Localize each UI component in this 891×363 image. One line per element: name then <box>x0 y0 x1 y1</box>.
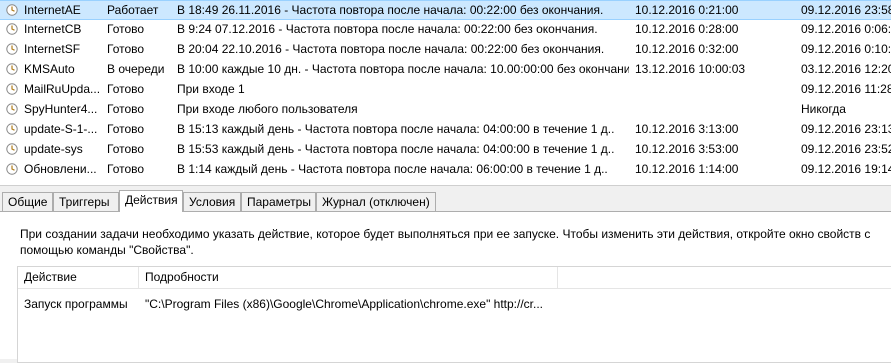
task-name: SpyHunter4... <box>24 102 98 116</box>
task-name: InternetSF <box>24 42 81 56</box>
clock-icon <box>6 63 18 75</box>
tab-general[interactable]: Общие <box>2 192 53 211</box>
task-next-run: 13.12.2016 10:00:03 <box>635 62 746 76</box>
column-header-details[interactable]: Подробности <box>139 267 558 288</box>
task-status: Готово <box>107 102 145 116</box>
task-row[interactable]: update-S-1-... Готово В 15:13 каждый ден… <box>0 120 891 140</box>
task-name: MailRuUpda... <box>24 82 101 96</box>
task-list[interactable]: InternetAE Работает В 18:49 26.11.2016 -… <box>0 0 891 186</box>
task-name: Обновлени... <box>24 162 97 176</box>
task-status: В очереди <box>107 62 165 76</box>
task-trigger: При входе любого пользователя <box>177 102 358 116</box>
task-status: Готово <box>107 142 145 156</box>
task-row[interactable]: Обновлени... Готово В 1:14 каждый день -… <box>0 160 891 180</box>
task-trigger: В 9:24 07.12.2016 - Частота повтора посл… <box>177 22 598 36</box>
task-last-run: Никогда <box>801 102 846 116</box>
actions-panel: При создании задачи необходимо указать д… <box>0 211 891 363</box>
task-name: InternetAE <box>24 3 81 17</box>
task-status: Готово <box>107 82 145 96</box>
clock-icon <box>6 163 18 175</box>
tab-actions[interactable]: Действия <box>119 190 183 212</box>
tab-strip: Общие Триггеры Действия Условия Параметр… <box>0 190 891 212</box>
task-row[interactable]: InternetSF Готово В 20:04 22.10.2016 - Ч… <box>0 40 891 60</box>
task-last-run: 09.12.2016 23:52:5 <box>801 142 891 156</box>
tab-conditions[interactable]: Условия <box>183 192 241 211</box>
actions-description: При создании задачи необходимо указать д… <box>20 227 871 257</box>
task-last-run: 03.12.2016 12:20: <box>801 62 891 76</box>
clock-icon <box>6 123 18 135</box>
task-status: Готово <box>107 162 145 176</box>
task-next-run: 10.12.2016 0:28:00 <box>635 22 739 36</box>
task-last-run: 09.12.2016 0:10:0 <box>801 42 891 56</box>
task-name: update-sys <box>24 142 83 156</box>
task-last-run: 09.12.2016 11:28:1 <box>801 82 891 96</box>
column-header-action[interactable]: Действие <box>18 267 139 288</box>
task-row[interactable]: KMSAuto В очереди В 10:00 каждые 10 дн. … <box>0 60 891 80</box>
task-trigger: В 18:49 26.11.2016 - Частота повтора пос… <box>177 3 604 17</box>
actions-table-header: Действие Подробности <box>18 267 891 289</box>
task-status: Готово <box>107 22 145 36</box>
task-next-run: 10.12.2016 0:32:00 <box>635 42 739 56</box>
task-trigger: При входе 1 <box>177 82 245 96</box>
actions-table[interactable]: Действие Подробности Запуск программы "C… <box>17 266 891 363</box>
task-last-run: 09.12.2016 19:14:0 <box>801 162 891 176</box>
clock-icon <box>6 143 18 155</box>
task-name: update-S-1-... <box>24 122 98 136</box>
task-status: Работает <box>107 3 159 17</box>
clock-icon <box>6 23 18 35</box>
task-trigger: В 20:04 22.10.2016 - Частота повтора пос… <box>177 42 605 56</box>
clock-icon <box>6 43 18 55</box>
clock-icon <box>6 83 18 95</box>
task-last-run: 09.12.2016 23:13:0 <box>801 122 891 136</box>
task-row[interactable]: SpyHunter4... Готово При входе любого по… <box>0 100 891 120</box>
tab-parameters[interactable]: Параметры <box>241 192 316 211</box>
task-row[interactable]: InternetCB Готово В 9:24 07.12.2016 - Ча… <box>0 20 891 40</box>
task-trigger: В 10:00 каждые 10 дн. - Частота повтора … <box>177 62 629 76</box>
task-trigger: В 15:53 каждый день - Частота повтора по… <box>177 142 615 156</box>
task-row[interactable]: update-sys Готово В 15:53 каждый день - … <box>0 140 891 160</box>
clock-icon <box>6 103 18 115</box>
task-name: InternetCB <box>24 22 82 36</box>
task-status: Готово <box>107 122 145 136</box>
task-next-run: 10.12.2016 1:14:00 <box>635 162 739 176</box>
task-next-run: 10.12.2016 0:21:00 <box>635 3 739 17</box>
tab-journal[interactable]: Журнал (отключен) <box>316 192 436 211</box>
task-next-run: 10.12.2016 3:13:00 <box>635 122 739 136</box>
action-row[interactable]: Запуск программы "C:\Program Files (x86)… <box>18 295 891 313</box>
action-type: Запуск программы <box>24 297 128 311</box>
clock-icon <box>6 4 18 16</box>
action-details: "C:\Program Files (x86)\Google\Chrome\Ap… <box>145 297 544 311</box>
task-next-run: 10.12.2016 3:53:00 <box>635 142 739 156</box>
tab-triggers[interactable]: Триггеры <box>53 192 119 211</box>
task-row[interactable]: MailRuUpda... Готово При входе 1 09.12.2… <box>0 80 891 100</box>
task-row[interactable]: InternetAE Работает В 18:49 26.11.2016 -… <box>0 0 891 20</box>
task-last-run: 09.12.2016 23:58:5 <box>801 3 891 17</box>
task-name: KMSAuto <box>24 62 75 76</box>
task-trigger: В 15:13 каждый день - Частота повтора по… <box>177 122 615 136</box>
task-trigger: В 1:14 каждый день - Частота повтора пос… <box>177 162 608 176</box>
task-last-run: 09.12.2016 0:06:0 <box>801 22 891 36</box>
task-status: Готово <box>107 42 145 56</box>
